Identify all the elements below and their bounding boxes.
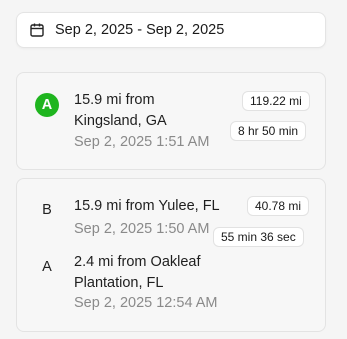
trip-card[interactable]: A 15.9 mi from Kingsland, GA Sep 2, 2025… [16,72,326,170]
date-range-label: Sep 2, 2025 - Sep 2, 2025 [55,22,225,38]
stop-time: Sep 2, 2025 1:50 AM [74,221,210,237]
stop-marker-a: A [42,259,52,275]
duration-badge: 8 hr 50 min [230,121,307,141]
stop-time: Sep 2, 2025 1:51 AM [74,134,210,150]
stop-time: Sep 2, 2025 12:54 AM [74,295,218,311]
distance-badge: 119.22 mi [242,91,310,111]
stop-title: 15.9 mi from Yulee, FL [74,198,220,214]
distance-badge: 40.78 mi [247,196,310,216]
trip-card[interactable]: B 15.9 mi from Yulee, FL Sep 2, 2025 1:5… [16,178,326,332]
stop-marker-a: A [35,93,59,117]
stop-marker-b: B [42,202,52,218]
stop-title: 15.9 mi from Kingsland, GA [74,92,167,129]
duration-badge: 55 min 36 sec [213,227,304,247]
stop-title: 2.4 mi from Oakleaf Plantation, FL [74,254,201,291]
date-range-picker[interactable]: Sep 2, 2025 - Sep 2, 2025 [16,12,326,48]
calendar-icon [29,22,45,38]
